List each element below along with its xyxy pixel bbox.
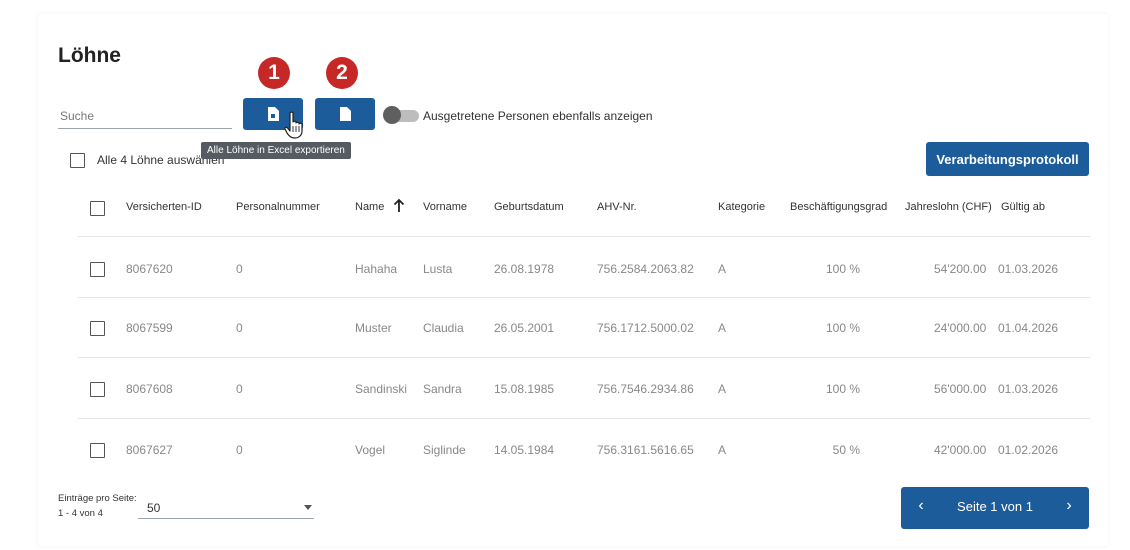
- column-header[interactable]: Vorname: [423, 201, 467, 213]
- row-checkbox[interactable]: [90, 262, 105, 277]
- select-all-checkbox[interactable]: [70, 153, 85, 168]
- column-header[interactable]: AHV-Nr.: [597, 201, 637, 213]
- document-icon: [340, 107, 351, 121]
- column-header[interactable]: Jahreslohn (CHF): [905, 201, 992, 213]
- page-title: Löhne: [58, 44, 121, 67]
- cell-employment-rate: 50 %: [832, 443, 860, 457]
- cell-employment-rate: 100 %: [825, 321, 860, 335]
- pagination-info: Einträge pro Seite: 1 - 4 von 4: [58, 491, 137, 521]
- annotation-marker-1: 1: [258, 57, 290, 89]
- cell-first-name: Siglinde: [423, 443, 466, 457]
- cell-annual-salary: 54'200.00: [934, 262, 987, 276]
- cell-ahv-number: 756.3161.5616.65: [597, 443, 694, 457]
- cell-valid-from: 01.04.2026: [998, 321, 1059, 335]
- show-exited-toggle[interactable]: [383, 106, 419, 124]
- cell-name: Vogel: [355, 443, 386, 457]
- cell-personnel-number: 0: [236, 321, 243, 335]
- sort-ascending-icon: [393, 199, 405, 212]
- cell-name: Muster: [355, 321, 392, 335]
- column-header[interactable]: Name: [355, 201, 384, 213]
- cell-category: A: [718, 443, 727, 457]
- cell-annual-salary: 56'000.00: [934, 382, 987, 396]
- cell-ahv-number: 756.1712.5000.02: [597, 321, 694, 335]
- cell-employment-rate: 100 %: [825, 382, 860, 396]
- content-card: [38, 14, 1108, 546]
- cell-insured-id: 8067608: [126, 382, 173, 396]
- cell-insured-id: 8067599: [126, 321, 173, 335]
- cell-first-name: Sandra: [423, 382, 462, 396]
- range-label: 1 - 4 von 4: [58, 508, 103, 519]
- cell-annual-salary: 42'000.00: [934, 443, 987, 457]
- cell-name: Sandinski: [355, 382, 408, 396]
- export-tooltip: Alle Löhne in Excel exportieren: [201, 142, 351, 159]
- column-header[interactable]: Kategorie: [718, 201, 765, 213]
- cell-birth-date: 14.05.1984: [494, 443, 555, 457]
- cell-category: A: [718, 262, 727, 276]
- column-header[interactable]: Beschäftigungsgrad: [790, 201, 887, 213]
- cell-name: Hahaha: [355, 262, 398, 276]
- processing-log-button[interactable]: Verarbeitungsprotokoll: [926, 142, 1089, 176]
- cell-birth-date: 26.08.1978: [494, 262, 555, 276]
- per-page-label: Einträge pro Seite:: [58, 493, 137, 504]
- row-checkbox[interactable]: [90, 382, 105, 397]
- cell-birth-date: 26.05.2001: [494, 321, 555, 335]
- search-input[interactable]: [58, 104, 232, 129]
- chevron-down-icon: [304, 505, 312, 510]
- cell-employment-rate: 100 %: [825, 262, 860, 276]
- cell-first-name: Claudia: [423, 321, 464, 335]
- column-header[interactable]: Geburtsdatum: [494, 201, 564, 213]
- cell-first-name: Lusta: [423, 262, 453, 276]
- cell-category: A: [718, 382, 727, 396]
- cell-insured-id: 8067627: [126, 443, 173, 457]
- cell-insured-id: 8067620: [126, 262, 173, 276]
- cell-ahv-number: 756.7546.2934.86: [597, 382, 694, 396]
- header-select-checkbox[interactable]: [90, 201, 105, 216]
- row-checkbox[interactable]: [90, 321, 105, 336]
- column-header[interactable]: Personalnummer: [236, 201, 320, 213]
- header-divider: [78, 236, 1090, 237]
- cell-personnel-number: 0: [236, 262, 243, 276]
- row-checkbox[interactable]: [90, 443, 105, 458]
- cell-ahv-number: 756.2584.2063.82: [597, 262, 694, 276]
- cell-valid-from: 01.03.2026: [998, 262, 1059, 276]
- cell-birth-date: 15.08.1985: [494, 382, 555, 396]
- hand-cursor-icon: [284, 111, 303, 139]
- per-page-select[interactable]: 50: [138, 498, 314, 519]
- row-divider: [78, 297, 1090, 298]
- cell-valid-from: 01.02.2026: [998, 443, 1059, 457]
- show-exited-label: Ausgetretene Personen ebenfalls anzeigen: [423, 109, 653, 123]
- next-page-button[interactable]: ›: [1061, 497, 1077, 517]
- cell-annual-salary: 24'000.00: [934, 321, 987, 335]
- row-divider: [78, 418, 1090, 419]
- column-header[interactable]: Versicherten-ID: [126, 201, 202, 213]
- cell-personnel-number: 0: [236, 443, 243, 457]
- column-header[interactable]: Gültig ab: [1001, 201, 1045, 213]
- pagination: ‹ Seite 1 von 1 ›: [901, 487, 1089, 529]
- annotation-marker-2: 2: [326, 57, 358, 89]
- row-divider: [78, 357, 1090, 358]
- cell-category: A: [718, 321, 727, 335]
- per-page-value: 50: [147, 501, 161, 515]
- cell-personnel-number: 0: [236, 382, 243, 396]
- export-button[interactable]: [315, 98, 375, 130]
- document-icon: [268, 107, 279, 121]
- cell-valid-from: 01.03.2026: [998, 382, 1059, 396]
